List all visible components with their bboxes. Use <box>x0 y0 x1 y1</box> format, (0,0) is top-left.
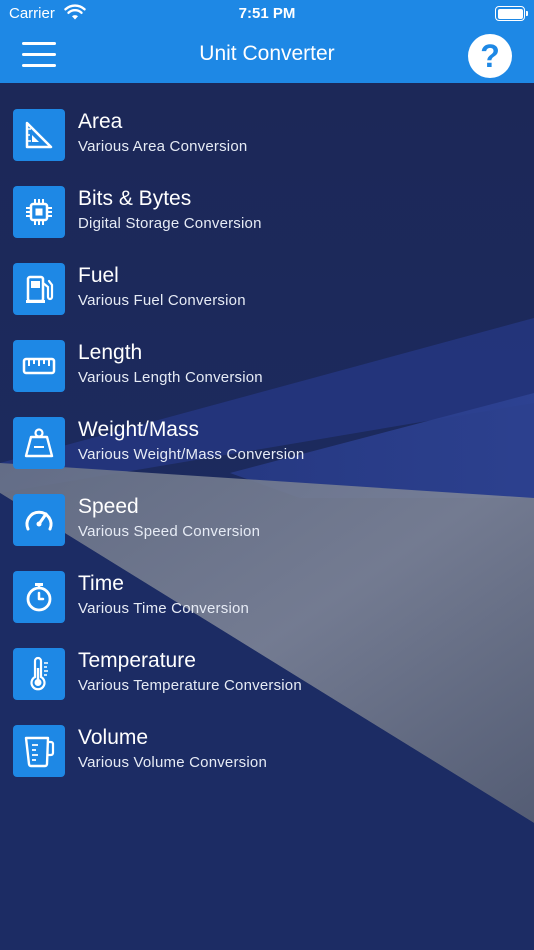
item-subtitle: Various Length Conversion <box>78 369 263 386</box>
item-title: Fuel <box>78 264 119 287</box>
help-button[interactable]: ? <box>468 34 512 78</box>
list-item-time[interactable]: Time Various Time Conversion <box>0 545 534 623</box>
measuring-cup-icon <box>13 725 65 777</box>
item-subtitle: Various Fuel Conversion <box>78 292 246 309</box>
item-title: Volume <box>78 726 149 749</box>
page-title: Unit Converter <box>199 42 335 65</box>
chip-icon <box>13 186 65 238</box>
nav-bar: Unit Converter ? <box>0 28 534 83</box>
item-subtitle: Various Weight/Mass Conversion <box>78 446 305 463</box>
list-item-fuel[interactable]: Fuel Various Fuel Conversion <box>0 237 534 315</box>
content-area: Area Various Area Conversion Bits & Byte… <box>0 83 534 950</box>
list-item-length[interactable]: Length Various Length Conversion <box>0 314 534 392</box>
list-item-volume[interactable]: Volume Various Volume Conversion <box>0 699 534 777</box>
item-title: Temperature <box>78 649 196 672</box>
item-title: Length <box>78 341 143 364</box>
item-subtitle: Various Area Conversion <box>78 138 248 155</box>
fuel-pump-icon <box>13 263 65 315</box>
item-title: Area <box>78 110 123 133</box>
item-title: Time <box>78 572 124 595</box>
item-subtitle: Various Time Conversion <box>78 600 250 617</box>
item-title: Speed <box>78 495 139 518</box>
thermometer-icon <box>13 648 65 700</box>
item-subtitle: Various Volume Conversion <box>78 754 267 771</box>
item-title: Weight/Mass <box>78 418 199 441</box>
stopwatch-icon <box>13 571 65 623</box>
item-title: Bits & Bytes <box>78 187 192 210</box>
status-bar: Carrier 7:51 PM <box>0 0 534 28</box>
item-subtitle: Digital Storage Conversion <box>78 215 262 232</box>
list-item-speed[interactable]: Speed Various Speed Conversion <box>0 468 534 546</box>
weight-icon <box>13 417 65 469</box>
status-time: 7:51 PM <box>238 5 296 22</box>
ruler-icon <box>13 340 65 392</box>
item-subtitle: Various Temperature Conversion <box>78 677 302 694</box>
battery-icon <box>495 6 528 21</box>
speedometer-icon <box>13 494 65 546</box>
list-item-area[interactable]: Area Various Area Conversion <box>0 83 534 161</box>
list-item-temperature[interactable]: Temperature Various Temperature Conversi… <box>0 622 534 700</box>
set-square-icon <box>13 109 65 161</box>
list-item-bits-bytes[interactable]: Bits & Bytes Digital Storage Conversion <box>0 160 534 238</box>
list-item-weight-mass[interactable]: Weight/Mass Various Weight/Mass Conversi… <box>0 391 534 469</box>
item-subtitle: Various Speed Conversion <box>78 523 261 540</box>
